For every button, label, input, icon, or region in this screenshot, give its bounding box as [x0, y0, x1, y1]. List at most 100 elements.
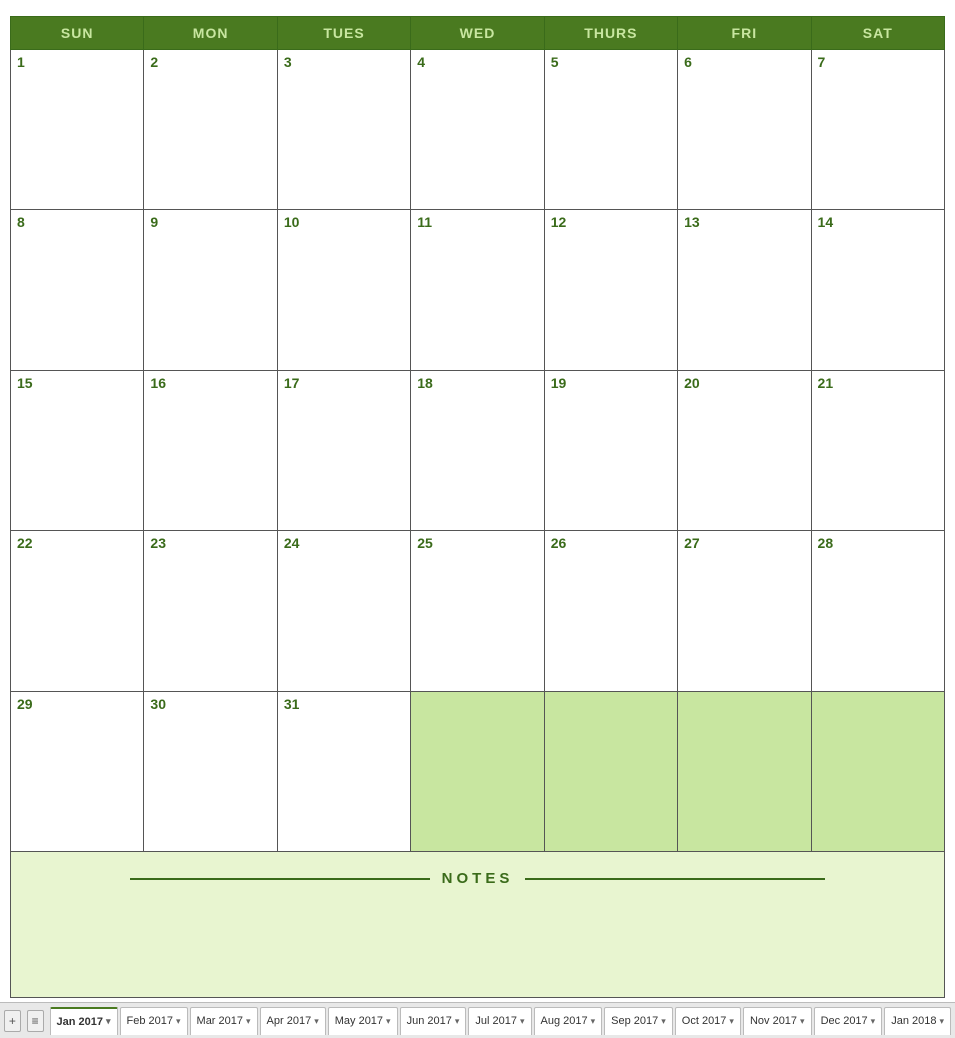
- day-cell-31[interactable]: 31: [277, 691, 410, 851]
- day-header-wed: WED: [411, 17, 544, 50]
- sheet-list-button[interactable]: ≡: [27, 1010, 44, 1032]
- day-cell-26[interactable]: 26: [544, 531, 677, 691]
- tab-dropdown-icon[interactable]: ▾: [314, 1016, 319, 1027]
- empty-cell[interactable]: [411, 691, 544, 851]
- bottom-tabs: + ≡ Jan 2017▾Feb 2017▾Mar 2017▾Apr 2017▾…: [0, 1002, 955, 1038]
- day-cell-12[interactable]: 12: [544, 210, 677, 370]
- sheet-tab-oct-2017[interactable]: Oct 2017▾: [675, 1007, 741, 1035]
- header-row: SUNMONTUESWEDTHURSFRISAT: [11, 17, 945, 50]
- day-cell-7[interactable]: 7: [811, 50, 944, 210]
- day-cell-11[interactable]: 11: [411, 210, 544, 370]
- day-cell-28[interactable]: 28: [811, 531, 944, 691]
- day-number-6: 6: [684, 54, 692, 70]
- sheet-tab-sep-2017[interactable]: Sep 2017▾: [604, 1007, 673, 1035]
- day-cell-27[interactable]: 27: [678, 531, 811, 691]
- day-cell-3[interactable]: 3: [277, 50, 410, 210]
- tab-dropdown-icon[interactable]: ▾: [591, 1016, 596, 1027]
- day-number-12: 12: [551, 214, 567, 230]
- empty-cell[interactable]: [678, 691, 811, 851]
- day-number-25: 25: [417, 535, 433, 551]
- tab-label: Mar 2017: [197, 1015, 243, 1027]
- notes-header: NOTES: [29, 870, 926, 887]
- day-cell-23[interactable]: 23: [144, 531, 277, 691]
- tab-dropdown-icon[interactable]: ▾: [800, 1016, 805, 1027]
- day-cell-22[interactable]: 22: [11, 531, 144, 691]
- add-sheet-button[interactable]: +: [4, 1010, 21, 1032]
- sheet-tab-apr-2017[interactable]: Apr 2017▾: [260, 1007, 326, 1035]
- day-cell-9[interactable]: 9: [144, 210, 277, 370]
- day-cell-1[interactable]: 1: [11, 50, 144, 210]
- day-number-28: 28: [818, 535, 834, 551]
- day-number-19: 19: [551, 375, 567, 391]
- day-cell-21[interactable]: 21: [811, 370, 944, 530]
- tab-label: Feb 2017: [127, 1015, 173, 1027]
- day-cell-25[interactable]: 25: [411, 531, 544, 691]
- day-number-7: 7: [818, 54, 826, 70]
- sheet-tab-feb-2017[interactable]: Feb 2017▾: [120, 1007, 188, 1035]
- day-cell-2[interactable]: 2: [144, 50, 277, 210]
- notes-cell[interactable]: NOTES: [11, 852, 945, 998]
- empty-cell[interactable]: [811, 691, 944, 851]
- day-number-2: 2: [150, 54, 158, 70]
- day-cell-5[interactable]: 5: [544, 50, 677, 210]
- sheet-tab-may-2017[interactable]: May 2017▾: [328, 1007, 398, 1035]
- day-header-thurs: THURS: [544, 17, 677, 50]
- sheet-tab-nov-2017[interactable]: Nov 2017▾: [743, 1007, 812, 1035]
- sheet-tab-dec-2017[interactable]: Dec 2017▾: [814, 1007, 883, 1035]
- day-cell-13[interactable]: 13: [678, 210, 811, 370]
- tab-dropdown-icon[interactable]: ▾: [661, 1016, 666, 1027]
- tab-dropdown-icon[interactable]: ▾: [246, 1016, 251, 1027]
- day-cell-10[interactable]: 10: [277, 210, 410, 370]
- day-number-24: 24: [284, 535, 300, 551]
- week-row-4: 29 30 31: [11, 691, 945, 851]
- sheet-tab-jan-2018[interactable]: Jan 2018▾: [884, 1007, 951, 1035]
- sheet-tab-jan-2017[interactable]: Jan 2017▾: [50, 1007, 118, 1035]
- sheet-tab-jun-2017[interactable]: Jun 2017▾: [400, 1007, 467, 1035]
- tab-dropdown-icon[interactable]: ▾: [520, 1016, 525, 1027]
- tab-dropdown-icon[interactable]: ▾: [106, 1016, 111, 1027]
- day-cell-19[interactable]: 19: [544, 370, 677, 530]
- calendar-table: SUNMONTUESWEDTHURSFRISAT 123456789101112…: [10, 16, 945, 998]
- day-cell-29[interactable]: 29: [11, 691, 144, 851]
- sheet-tab-aug-2017[interactable]: Aug 2017▾: [534, 1007, 603, 1035]
- tab-label: Aug 2017: [541, 1015, 588, 1027]
- tab-dropdown-icon[interactable]: ▾: [871, 1016, 876, 1027]
- week-row-2: 151617 18 19 2021: [11, 370, 945, 530]
- day-cell-20[interactable]: 20: [678, 370, 811, 530]
- tab-label: Nov 2017: [750, 1015, 797, 1027]
- notes-line-right: [525, 878, 825, 880]
- day-cell-6[interactable]: 6: [678, 50, 811, 210]
- day-number-29: 29: [17, 696, 33, 712]
- calendar-container: SUNMONTUESWEDTHURSFRISAT 123456789101112…: [0, 0, 955, 1002]
- day-cell-15[interactable]: 15: [11, 370, 144, 530]
- tab-label: Oct 2017: [682, 1015, 727, 1027]
- day-number-30: 30: [150, 696, 166, 712]
- tab-dropdown-icon[interactable]: ▾: [455, 1016, 460, 1027]
- day-number-14: 14: [818, 214, 834, 230]
- day-number-18: 18: [417, 375, 433, 391]
- day-cell-16[interactable]: 16: [144, 370, 277, 530]
- week-row-1: 891011 12 13 14: [11, 210, 945, 370]
- week-row-3: 22 23 24 25 2627 28: [11, 531, 945, 691]
- sheet-tab-mar-2017[interactable]: Mar 2017▾: [190, 1007, 258, 1035]
- notes-row: NOTES: [11, 852, 945, 998]
- day-header-sun: SUN: [11, 17, 144, 50]
- tab-label: Jan 2017: [57, 1016, 103, 1028]
- day-header-tues: TUES: [277, 17, 410, 50]
- day-cell-8[interactable]: 8: [11, 210, 144, 370]
- tab-dropdown-icon[interactable]: ▾: [386, 1016, 391, 1027]
- day-cell-24[interactable]: 24: [277, 531, 410, 691]
- day-header-fri: FRI: [678, 17, 811, 50]
- empty-cell[interactable]: [544, 691, 677, 851]
- day-cell-30[interactable]: 30: [144, 691, 277, 851]
- tab-dropdown-icon[interactable]: ▾: [729, 1016, 734, 1027]
- notes-section: NOTES: [19, 860, 936, 897]
- tab-dropdown-icon[interactable]: ▾: [176, 1016, 181, 1027]
- day-cell-18[interactable]: 18: [411, 370, 544, 530]
- tab-dropdown-icon[interactable]: ▾: [939, 1016, 944, 1027]
- sheet-tab-jul-2017[interactable]: Jul 2017▾: [468, 1007, 531, 1035]
- day-cell-4[interactable]: 4: [411, 50, 544, 210]
- day-cell-14[interactable]: 14: [811, 210, 944, 370]
- day-cell-17[interactable]: 17: [277, 370, 410, 530]
- day-number-22: 22: [17, 535, 33, 551]
